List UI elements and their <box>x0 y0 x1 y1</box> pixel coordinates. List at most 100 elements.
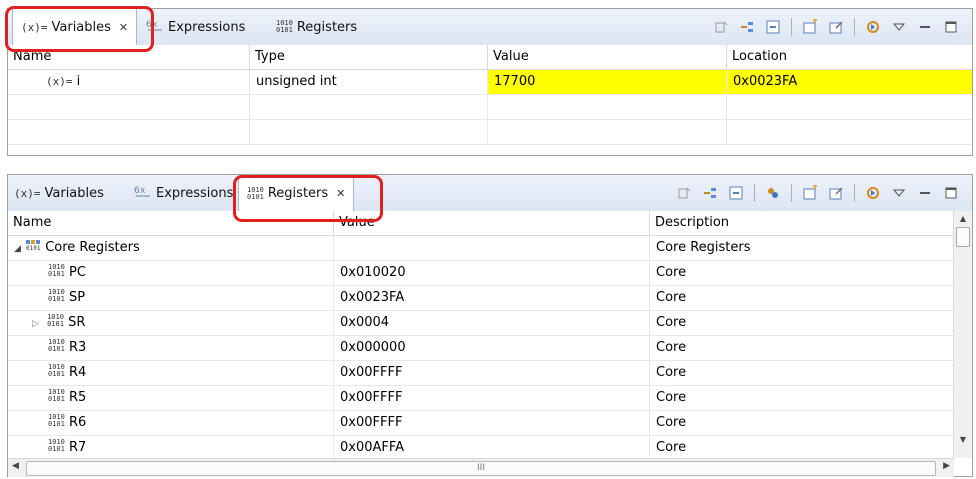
tab-variables[interactable]: (x)= Variables <box>14 175 104 211</box>
table-row[interactable]: 1010 0101 R7 0x00AFFA Core <box>8 436 954 458</box>
register-description: Core <box>656 415 687 430</box>
new-window-icon[interactable] <box>800 17 820 37</box>
tab-registers[interactable]: 1010 0101 Registers ✕ <box>238 175 355 212</box>
toolbar-separator <box>854 184 855 202</box>
register-group-name: Core Registers <box>45 240 140 255</box>
register-value[interactable]: 0x00FFFF <box>334 411 650 435</box>
scroll-right-icon[interactable]: ▶ <box>943 461 950 471</box>
minimize-icon[interactable] <box>915 183 935 203</box>
tab-expressions[interactable]: 6x Expressions <box>134 175 233 211</box>
column-header-name[interactable]: Name <box>8 45 250 69</box>
toolbar-separator <box>754 184 755 202</box>
horizontal-scroll-thumb[interactable]: III <box>26 461 936 476</box>
register-name: R7 <box>69 440 87 455</box>
close-icon[interactable]: ✕ <box>119 21 128 34</box>
empty-row <box>8 120 972 145</box>
new-window-icon[interactable] <box>800 183 820 203</box>
register-name-cell: ▷ 1010 0101 SR <box>8 311 334 335</box>
tab-expressions[interactable]: 6x Expressions <box>146 9 245 45</box>
table-row[interactable]: 1010 0101 R4 0x00FFFF Core <box>8 361 954 386</box>
registers-table-body: ◢ 0101 Core Registers Core Registers 101… <box>8 236 954 458</box>
refresh-icon[interactable] <box>863 183 883 203</box>
registers-view: (x)= Variables 6x Expressions 1010 0101 R… <box>7 174 973 477</box>
column-header-value[interactable]: Value <box>334 211 650 235</box>
vertical-scroll-thumb[interactable] <box>956 227 970 247</box>
table-row[interactable]: (x)= i unsigned int 17700 0x0023FA <box>8 70 972 95</box>
register-value[interactable]: 0x000000 <box>334 336 650 360</box>
column-header-value[interactable]: Value <box>488 45 727 69</box>
scroll-up-icon[interactable]: ▲ <box>954 211 972 227</box>
register-value[interactable]: 0x00FFFF <box>334 361 650 385</box>
scroll-down-icon[interactable]: ▼ <box>954 435 972 444</box>
expand-arrow-icon[interactable]: ▷ <box>32 319 39 329</box>
register-value[interactable]: 0x00AFFA <box>334 436 650 458</box>
new-expression-icon[interactable] <box>711 17 731 37</box>
column-header-name[interactable]: Name <box>8 211 334 235</box>
collapse-all-icon[interactable] <box>763 17 783 37</box>
maximize-icon[interactable] <box>941 183 961 203</box>
table-row[interactable]: 1010 0101 R6 0x00FFFF Core <box>8 411 954 436</box>
register-value[interactable]: 0x0023FA <box>334 286 650 310</box>
view-menu-icon[interactable] <box>889 17 909 37</box>
register-icon: 1010 0101 <box>47 313 64 328</box>
register-description: Core <box>656 365 687 380</box>
table-row[interactable]: 1010 0101 PC 0x010020 Core <box>8 261 954 286</box>
tab-label: Variables <box>51 20 111 35</box>
register-description: Core <box>656 340 687 355</box>
tab-label: Expressions <box>156 185 234 201</box>
collapse-all-icon[interactable] <box>726 183 746 203</box>
register-name: R4 <box>69 365 87 380</box>
variable-type: unsigned int <box>250 70 488 94</box>
register-name-cell: 1010 0101 R4 <box>8 361 334 385</box>
vertical-scrollbar[interactable]: ▲ ▼ <box>953 211 972 458</box>
empty-row <box>8 95 972 120</box>
table-header: Name Value Description <box>8 211 954 236</box>
tab-registers[interactable]: 1010 0101 Registers <box>276 9 357 45</box>
pin-icon[interactable] <box>826 183 846 203</box>
register-value[interactable]: 0x0004 <box>334 311 650 335</box>
register-icon: 1010 0101 <box>48 438 65 453</box>
table-row[interactable]: 1010 0101 SP 0x0023FA Core <box>8 286 954 311</box>
variable-value[interactable]: 17700 <box>488 70 727 94</box>
registers-icon: 1010 0101 <box>247 185 264 201</box>
table-header: Name Type Value Location <box>8 45 972 70</box>
expand-toggle-icon[interactable]: ◢ <box>14 244 21 254</box>
register-name: PC <box>69 265 86 280</box>
register-icon: 1010 0101 <box>48 288 65 303</box>
close-icon[interactable]: ✕ <box>336 187 345 200</box>
new-expression-icon[interactable] <box>674 183 694 203</box>
register-group-row[interactable]: ◢ 0101 Core Registers Core Registers <box>8 236 954 261</box>
registers-icon: 1010 0101 <box>276 19 293 34</box>
select-tree-icon[interactable] <box>700 183 720 203</box>
column-header-location[interactable]: Location <box>727 45 972 69</box>
horizontal-scrollbar[interactable]: ◀ III ▶ <box>8 458 954 477</box>
tab-variables[interactable]: (x)= Variables ✕ <box>12 9 138 46</box>
scroll-left-icon[interactable]: ◀ <box>12 461 19 471</box>
add-register-group-icon[interactable] <box>763 183 783 203</box>
register-name-cell: 1010 0101 R5 <box>8 386 334 410</box>
table-row[interactable]: 1010 0101 R5 0x00FFFF Core <box>8 386 954 411</box>
tab-label: Registers <box>267 186 329 201</box>
view-menu-icon[interactable] <box>889 183 909 203</box>
pin-icon[interactable] <box>826 17 846 37</box>
column-header-description[interactable]: Description <box>650 211 954 235</box>
tab-label: Variables <box>44 185 104 201</box>
column-header-type[interactable]: Type <box>250 45 488 69</box>
register-name-cell: 1010 0101 R6 <box>8 411 334 435</box>
register-description: Core <box>656 265 687 280</box>
svg-text:x: x <box>140 186 146 196</box>
register-name: SP <box>69 290 86 305</box>
register-value[interactable]: 0x00FFFF <box>334 386 650 410</box>
table-row[interactable]: 1010 0101 R3 0x000000 Core <box>8 336 954 361</box>
select-tree-icon[interactable] <box>737 17 757 37</box>
refresh-icon[interactable] <box>863 17 883 37</box>
register-group-icon: 0101 <box>25 240 45 255</box>
register-description: Core <box>656 390 687 405</box>
variables-icon: (x)= <box>14 186 41 200</box>
register-name: SR <box>68 315 86 330</box>
table-row[interactable]: ▷ 1010 0101 SR 0x0004 Core <box>8 311 954 336</box>
minimize-icon[interactable] <box>915 17 935 37</box>
maximize-icon[interactable] <box>941 17 961 37</box>
register-value[interactable]: 0x010020 <box>334 261 650 285</box>
register-description: Core <box>656 290 687 305</box>
